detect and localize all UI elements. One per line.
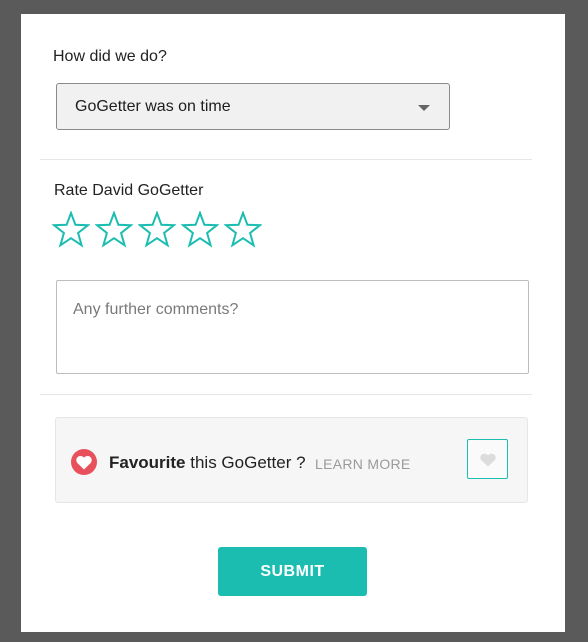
favourite-toggle-button[interactable] [467, 439, 508, 479]
feedback-select-value: GoGetter was on time [75, 97, 231, 115]
divider [40, 394, 532, 395]
star-outline-icon [181, 211, 219, 248]
rating-modal: How did we do? GoGetter was on time Rate… [21, 14, 565, 632]
favourite-panel: Favourite this GoGetter ? LEARN MORE [55, 417, 528, 503]
heart-icon [480, 453, 496, 467]
star-rating [52, 211, 267, 248]
caret-down-icon [418, 105, 430, 111]
feedback-select[interactable]: GoGetter was on time [56, 83, 450, 130]
divider [40, 159, 532, 160]
star-4[interactable] [181, 211, 219, 248]
star-outline-icon [138, 211, 176, 248]
star-outline-icon [224, 211, 262, 248]
favourite-rest-label: this GoGetter ? [185, 453, 306, 472]
star-3[interactable] [138, 211, 176, 248]
submit-button[interactable]: SUBMIT [218, 547, 367, 596]
rate-label: Rate David GoGetter [54, 182, 204, 199]
feedback-question-label: How did we do? [53, 48, 167, 65]
heart-badge-icon [71, 449, 97, 475]
star-2[interactable] [95, 211, 133, 248]
learn-more-link[interactable]: LEARN MORE [315, 456, 411, 472]
star-outline-icon [95, 211, 133, 248]
star-outline-icon [52, 211, 90, 248]
favourite-bold-label: Favourite [109, 453, 186, 472]
favourite-text: Favourite this GoGetter ? [109, 453, 306, 473]
star-1[interactable] [52, 211, 90, 248]
comments-textarea[interactable] [56, 280, 529, 374]
star-5[interactable] [224, 211, 262, 248]
